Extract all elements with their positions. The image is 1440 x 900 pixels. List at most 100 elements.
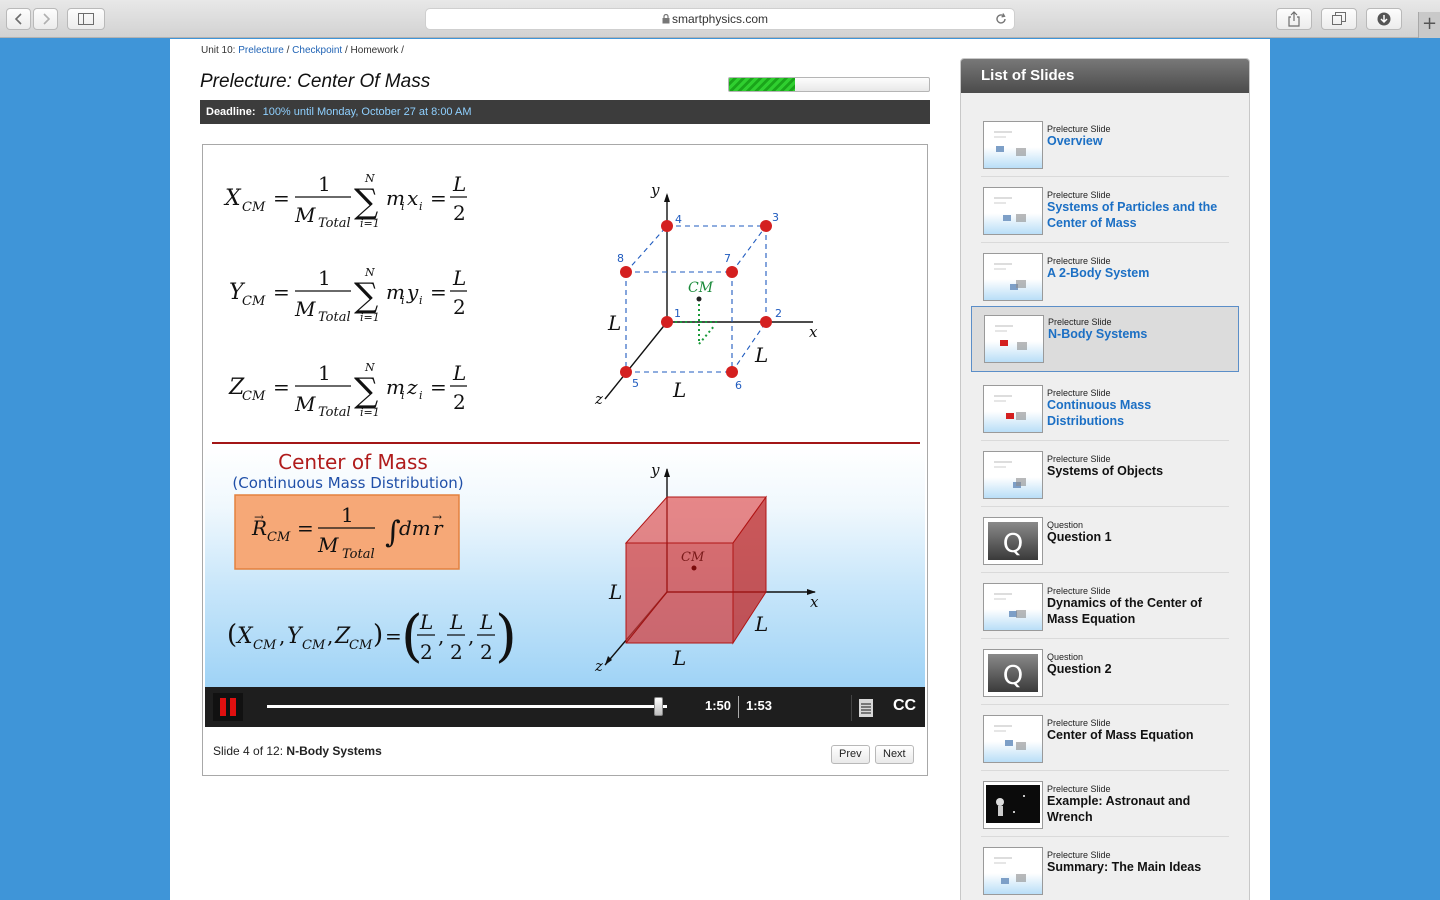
eq-var: x xyxy=(407,186,418,210)
slide-list-item[interactable]: Prelecture Slide Continuous Mass Distribu… xyxy=(981,375,1229,441)
sidebar-toggle-button[interactable] xyxy=(67,8,105,30)
vertex-label: 5 xyxy=(632,377,639,390)
eq-var: y xyxy=(406,280,419,304)
x-axis-label: x xyxy=(809,323,818,341)
slide-list-item-title[interactable]: Center of Mass Equation xyxy=(1047,727,1227,743)
slide-list-item[interactable]: Prelecture Slide Systems of Particles and… xyxy=(981,177,1229,243)
y-axis-arrow xyxy=(664,468,670,477)
tabs-overview-button[interactable] xyxy=(1321,8,1357,30)
eq-L: L xyxy=(452,361,466,385)
downloads-button[interactable] xyxy=(1366,8,1402,30)
slide-info: Slide 4 of 12: N-Body Systems xyxy=(213,744,382,758)
eq-2: 2 xyxy=(420,640,433,664)
slide-thumbnail xyxy=(983,781,1043,829)
eq-M: M xyxy=(294,392,316,416)
slide-list-item-title[interactable]: Systems of Particles and the Center of M… xyxy=(1047,199,1227,231)
thumbnail-preview-icon xyxy=(984,848,1042,894)
forward-button[interactable] xyxy=(33,8,58,30)
eq-lhs-sub: CM xyxy=(302,638,326,653)
eq-total: Total xyxy=(318,310,351,325)
progress-bar xyxy=(728,77,930,92)
slide-list-item-title[interactable]: Question 2 xyxy=(1047,661,1227,677)
thumbnail-preview-icon xyxy=(984,452,1042,498)
eq-equals: = xyxy=(297,516,314,540)
notes-button[interactable] xyxy=(851,695,877,721)
slide-list-item[interactable]: Q Question Question 2 xyxy=(981,639,1229,705)
eq-2: 2 xyxy=(453,201,466,225)
edge-label-L: L xyxy=(672,646,686,670)
x-axis-label: x xyxy=(810,593,819,611)
eq-i: i xyxy=(419,200,423,213)
cm-point xyxy=(696,296,702,302)
vertex-label: 8 xyxy=(617,252,624,265)
question-thumbnail: Q xyxy=(983,517,1043,565)
rcm-sub: CM xyxy=(267,530,291,545)
z-axis-label: z xyxy=(594,390,603,408)
cm-projection xyxy=(675,299,717,345)
cm-label: CM xyxy=(681,550,705,565)
page-content: Unit 10: Prelecture / Checkpoint / Homew… xyxy=(170,39,1270,900)
cm-subtitle: (Continuous Mass Distribution) xyxy=(232,474,463,492)
seek-bar[interactable] xyxy=(267,697,667,716)
slide-list-item[interactable]: Prelecture Slide Center of Mass Equation xyxy=(981,705,1229,771)
thumbnail-preview-icon xyxy=(984,122,1042,168)
slide-list-item[interactable]: Prelecture Slide A 2-Body System xyxy=(981,243,1229,309)
slide-list-item[interactable]: Prelecture Slide Summary: The Main Ideas xyxy=(981,837,1229,900)
breadcrumb-checkpoint-link[interactable]: Checkpoint xyxy=(292,45,342,56)
slide-list-item-title[interactable]: N-Body Systems xyxy=(1048,326,1228,342)
back-button[interactable] xyxy=(6,8,31,30)
mass-sphere xyxy=(726,366,738,378)
new-tab-button[interactable]: + xyxy=(1418,12,1440,38)
slide-list-item-title[interactable]: Example: Astronaut and Wrench xyxy=(1047,793,1227,825)
sigma: ∑ xyxy=(354,276,378,316)
reload-icon[interactable] xyxy=(994,12,1008,26)
slide-thumbnail xyxy=(983,847,1043,895)
breadcrumb-prelecture-link[interactable]: Prelecture xyxy=(238,45,284,56)
big-paren: ) xyxy=(495,604,517,669)
eq-2: 2 xyxy=(480,640,493,664)
cm-title: Center of Mass xyxy=(278,450,428,474)
mass-sphere xyxy=(661,316,673,328)
sigma: ∑ xyxy=(354,371,378,411)
page-title: Prelecture: Center Of Mass xyxy=(200,71,431,92)
address-bar[interactable]: smartphysics.com xyxy=(425,8,1015,30)
slide-list-item-title[interactable]: Summary: The Main Ideas xyxy=(1047,859,1227,875)
pause-button[interactable] xyxy=(213,693,243,721)
share-icon xyxy=(1288,11,1300,27)
slide-list-item[interactable]: Prelecture Slide Dynamics of the Center o… xyxy=(981,573,1229,639)
closed-captions-button[interactable]: CC xyxy=(893,697,916,715)
cm-label: CM xyxy=(688,280,714,296)
seek-handle[interactable] xyxy=(654,697,663,716)
eq-L: L xyxy=(419,610,433,634)
slide-list-item[interactable]: Prelecture Slide Systems of Objects xyxy=(981,441,1229,507)
slide-list-item-title[interactable]: Question 1 xyxy=(1047,529,1227,545)
chevron-left-icon xyxy=(14,13,22,25)
slide-thumbnail xyxy=(983,715,1043,763)
point-mass-cube-diagram: CM 1 2 3 4 5 6 7 8 y x z L L L xyxy=(594,181,818,408)
eq-equals: = xyxy=(273,375,290,399)
prev-button[interactable]: Prev xyxy=(831,745,870,764)
eq-2: 2 xyxy=(450,640,463,664)
eq-one: 1 xyxy=(318,172,331,196)
svg-text:Q: Q xyxy=(1003,661,1023,691)
slide-list-item-title[interactable]: Overview xyxy=(1047,133,1227,149)
mass-sphere xyxy=(760,220,772,232)
breadcrumb-unit: Unit 10: xyxy=(201,45,236,56)
eq-lhs-sub: CM xyxy=(242,294,266,309)
slide-list-item-title[interactable]: A 2-Body System xyxy=(1047,265,1227,281)
slide-thumbnail xyxy=(983,385,1043,433)
slide-list-item-title[interactable]: Systems of Objects xyxy=(1047,463,1227,479)
eq-M: M xyxy=(317,533,339,557)
next-button[interactable]: Next xyxy=(875,745,914,764)
slide-list-panel: List of Slides Prelecture Slide Overview P… xyxy=(960,58,1250,900)
document-icon xyxy=(859,699,873,717)
slide-list-item[interactable]: Prelecture Slide N-Body Systems xyxy=(971,306,1239,372)
share-button[interactable] xyxy=(1276,8,1312,30)
mass-sphere xyxy=(620,366,632,378)
slide-list-item[interactable]: Prelecture Slide Overview xyxy=(981,111,1229,177)
slide-list-item[interactable]: Prelecture Slide Example: Astronaut and W… xyxy=(981,771,1229,837)
slide-list-item-title[interactable]: Dynamics of the Center of Mass Equation xyxy=(1047,595,1227,627)
comma: , xyxy=(438,624,444,648)
slide-list-item[interactable]: Q Question Question 1 xyxy=(981,507,1229,573)
slide-list-item-title[interactable]: Continuous Mass Distributions xyxy=(1047,397,1227,429)
